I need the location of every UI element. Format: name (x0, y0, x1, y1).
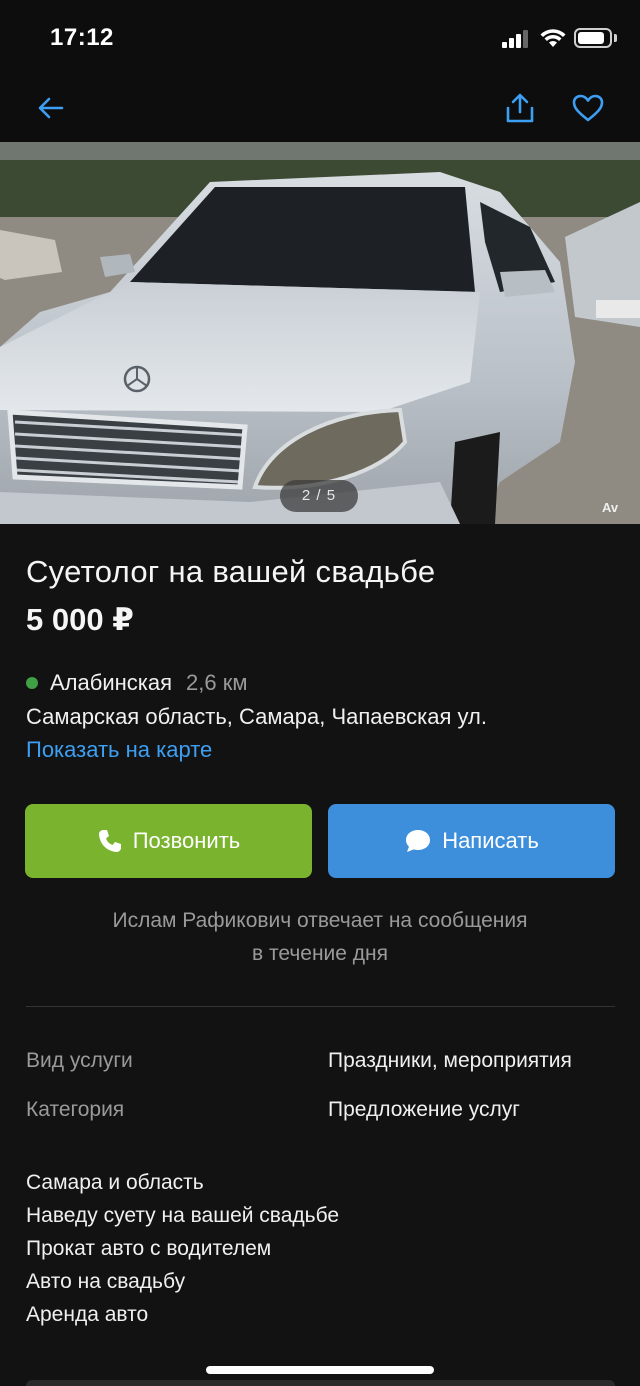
description: Самара и область Наведу суету на вашей с… (26, 1166, 339, 1331)
param-label: Вид услуги (26, 1049, 133, 1072)
description-line: Аренда авто (26, 1303, 149, 1326)
param-value: Предложение услуг (328, 1098, 520, 1121)
description-line: Прокат авто с водителем (26, 1237, 272, 1260)
show-on-map-link[interactable]: Показать на карте (26, 737, 212, 763)
cellular-signal-icon (502, 30, 532, 48)
wifi-icon (540, 28, 566, 48)
metro-station-name: Алабинская (50, 670, 173, 695)
call-button[interactable]: Позвонить (25, 804, 312, 878)
nav-bar (0, 78, 640, 142)
phone-icon (98, 830, 121, 852)
divider (26, 1006, 615, 1007)
bottom-card-edge (26, 1380, 615, 1386)
message-button[interactable]: Написать (328, 804, 615, 878)
heart-icon[interactable] (568, 88, 608, 128)
param-value: Праздники, мероприятия (328, 1049, 572, 1072)
battery-icon (574, 28, 612, 48)
seller-reply-note: Ислам Рафикович отвечает на сообщения в … (26, 904, 614, 970)
share-icon[interactable] (500, 88, 540, 128)
metro-distance: 2,6 км (186, 670, 248, 695)
description-line: Авто на свадьбу (26, 1270, 186, 1293)
call-button-label: Позвонить (132, 828, 241, 853)
seller-reply-line-1: Ислам Рафикович отвечает на сообщения (112, 909, 528, 932)
listing-screen: 17:12 2 / 5 Av Суетолог на вашей свадьбе… (0, 0, 640, 1386)
status-bar: 17:12 (0, 0, 640, 78)
home-indicator[interactable] (206, 1366, 434, 1374)
battery-tip (614, 34, 617, 42)
status-time: 17:12 (50, 24, 114, 51)
listing-price: 5 000 ₽ (26, 602, 134, 637)
listing-title: Суетолог на вашей свадьбе (26, 554, 436, 589)
description-line: Наведу суету на вашей свадьбе (26, 1204, 340, 1227)
listing-photo[interactable] (0, 142, 640, 524)
arrow-left-icon[interactable] (30, 88, 70, 128)
photo-watermark: Av (602, 500, 619, 515)
param-label: Категория (26, 1098, 125, 1121)
metro-line-dot-icon (26, 677, 38, 689)
seller-reply-line-2: в течение дня (251, 942, 389, 965)
chat-bubble-icon (406, 830, 431, 852)
photo-counter: 2 / 5 (280, 480, 358, 512)
address: Самарская область, Самара, Чапаевская ул… (26, 704, 488, 729)
message-button-label: Написать (442, 828, 539, 853)
metro-station: Алабинская 2,6 км (26, 670, 248, 696)
description-line: Самара и область (26, 1171, 204, 1194)
